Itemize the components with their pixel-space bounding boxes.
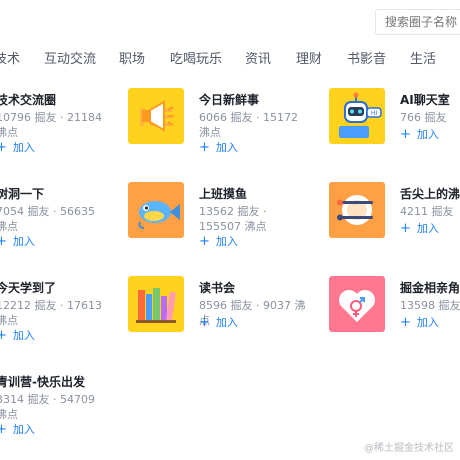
tab-finance[interactable]: 理财 (296, 48, 322, 67)
join-button[interactable]: + 加入 (0, 233, 35, 249)
join-button[interactable]: + 加入 (400, 126, 439, 142)
dish-icon (329, 182, 385, 238)
circle-stats: 12212 掘友 · 17613 沸点 (0, 299, 102, 327)
watermark: @稀土掘金技术社区 (364, 443, 454, 454)
circle-stats: 3314 掘友 · 54709 沸点 (0, 393, 95, 421)
books-icon (128, 276, 184, 332)
circle-stats: 10796 掘友 · 21184 沸点 (0, 111, 102, 139)
tab-life[interactable]: 生活 (410, 48, 436, 67)
circle-card-matchmaking[interactable]: 掘金相亲角 13598 掘友 + 加入 (329, 276, 460, 356)
circle-stats: 7054 掘友 · 56635 沸点 (0, 205, 95, 233)
plus-icon: + (199, 315, 210, 330)
megaphone-icon: NE (128, 88, 184, 144)
plus-icon: + (0, 422, 7, 437)
circle-stats: 13562 掘友 · 155507 沸点 (199, 205, 267, 233)
circle-card-youth-camp[interactable]: 青训营-快乐出发 3314 掘友 · 54709 沸点 +加入 (0, 370, 150, 450)
join-button[interactable]: + 加入 (0, 421, 35, 437)
join-button[interactable]: + 加入 (400, 220, 439, 236)
circle-name: 读书会 (199, 281, 236, 295)
circle-name: AI聊天室 (400, 93, 450, 107)
plus-icon: + (199, 234, 210, 249)
circle-stats: 6066 掘友 · 15172 沸点 (199, 111, 298, 139)
plus-icon: + (400, 127, 411, 142)
circle-name: 上班摸鱼 (199, 187, 248, 201)
tab-news[interactable]: 资讯 (245, 48, 271, 67)
tab-tech[interactable]: 技术 (0, 48, 20, 67)
circle-name: 今日新鲜事 (199, 93, 260, 107)
tab-interaction[interactable]: 互动交流 (44, 48, 96, 67)
tab-food-fun[interactable]: 吃喝玩乐 (170, 48, 222, 67)
join-button[interactable]: + 加入 (0, 139, 35, 155)
circle-card-foodie[interactable]: 舌尖上的沸点 4211 掘友 +加入 (329, 182, 460, 262)
circle-card-today-news[interactable]: NE 今日新鲜事 6066 掘友 · 15172 沸点 +加入 (128, 88, 298, 168)
circle-name: 树洞一下 (0, 187, 45, 201)
plus-icon: + (0, 234, 7, 249)
circle-card-book-club[interactable]: 读书会 8596 掘友 · 9037 沸点 + 加入 (128, 276, 305, 356)
join-button[interactable]: + 加入 (199, 233, 238, 249)
plus-icon: + (199, 140, 210, 155)
plus-icon: + (400, 315, 411, 330)
circle-name: 青训营-快乐出发 (0, 375, 85, 389)
join-button[interactable]: + 加入 (199, 314, 238, 330)
plus-icon: + (0, 140, 7, 155)
svg-text:HI: HI (371, 110, 378, 117)
tab-books-media[interactable]: 书影音 (347, 48, 386, 67)
circle-stats: 13598 掘友 (400, 299, 460, 312)
tab-career[interactable]: 职场 (119, 48, 145, 67)
circle-name: 今天学到了 (0, 281, 57, 295)
circle-name: 技术交流圈 (0, 93, 57, 107)
heart-gender-icon (329, 276, 385, 332)
circle-stats: 766 掘友 (400, 111, 447, 124)
robot-icon: HI (329, 88, 385, 144)
join-button[interactable]: + 加入 (199, 139, 238, 155)
search-input[interactable] (375, 9, 460, 35)
plus-icon: + (400, 221, 411, 236)
circle-name: 掘金相亲角 (400, 281, 460, 295)
join-button[interactable]: + 加入 (400, 314, 439, 330)
circle-stats: 4211 掘友 (400, 205, 454, 218)
fish-icon (128, 182, 184, 238)
join-button[interactable]: + 加入 (0, 327, 35, 343)
circle-card-ai-chat[interactable]: HI AI聊天室 766 掘友 + 加入 (329, 88, 460, 168)
circle-name: 舌尖上的沸点 (400, 187, 460, 201)
circle-card-slacking[interactable]: 上班摸鱼 13562 掘友 · 155507 沸点 + 加入 (128, 182, 278, 262)
plus-icon: + (0, 328, 7, 343)
